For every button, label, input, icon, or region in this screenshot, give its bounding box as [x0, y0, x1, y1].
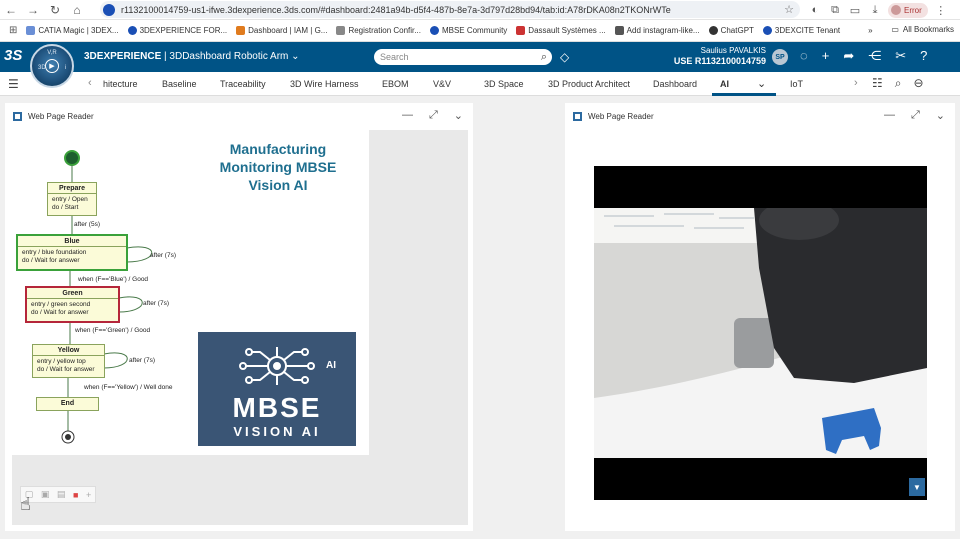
compass-label: V,R — [47, 50, 57, 56]
widget-icon — [573, 111, 582, 121]
state-name: Green — [27, 288, 118, 299]
camera-scene-drawing — [594, 208, 927, 458]
state-name: Blue — [18, 236, 126, 247]
mbse-vision-ai-logo: AI MBSE VISION AI — [198, 332, 356, 446]
camera-image — [594, 208, 927, 458]
transition-label: when (F=='Blue') / Good — [78, 276, 149, 283]
transition-label: after (7s) — [143, 300, 170, 307]
state-line: do / Wait for answer — [22, 257, 80, 264]
add-icon[interactable]: + — [86, 490, 91, 500]
state-prepare: Prepare entry / Open do / Start — [47, 182, 97, 216]
state-green: Green entry / green second do / Wait for … — [25, 286, 120, 323]
transition-label: when (F=='Green') / Good — [75, 327, 151, 334]
comment-icon[interactable]: ▤ — [57, 489, 66, 500]
state-name: Yellow — [33, 345, 104, 356]
self-loop-arrow — [126, 246, 153, 263]
logo-ai-mark: AI — [326, 360, 336, 371]
state-name: Prepare — [48, 183, 96, 194]
self-loop-arrow — [118, 296, 143, 313]
final-node-inner — [65, 434, 71, 440]
image-icon[interactable]: ■ — [73, 490, 78, 500]
state-name: End — [60, 400, 75, 407]
compass-3d-mark: 3D — [38, 65, 46, 71]
state-line: do / Wait for answer — [31, 309, 89, 316]
transition-label: after (5s) — [74, 221, 101, 228]
dropdown-toggle-button[interactable]: ▼ — [909, 478, 925, 496]
state-line: entry / green second — [31, 301, 91, 308]
state-end: End — [36, 397, 99, 411]
transition-label: when (F=='Yellow') / Well done — [84, 384, 173, 391]
state-line: do / Wait for answer — [37, 366, 95, 373]
chair — [734, 318, 774, 368]
state-line: do / Start — [52, 204, 79, 211]
state-line: entry / yellow top — [37, 358, 86, 365]
state-yellow: Yellow entry / yellow top do / Wait for a… — [32, 344, 105, 378]
copy-icon[interactable]: ▣ — [41, 489, 50, 500]
circuit-brain-icon — [239, 347, 315, 385]
page-toolbar: ▢ ▣ ▤ ■ + — [20, 486, 96, 503]
play-icon: ▶ — [45, 59, 59, 73]
transition-label: after (7s) — [129, 357, 156, 364]
state-blue: Blue entry / blue foundation do / Wait fo… — [16, 234, 128, 271]
widget-header: Web Page Reader — ⤢ ⌄ — [565, 103, 955, 129]
logo-mbse-text: MBSE — [232, 392, 322, 423]
state-line: entry / blue foundation — [22, 249, 87, 256]
minimize-icon[interactable]: — — [884, 109, 895, 122]
compass-button[interactable]: V,R ▶ 3D i — [30, 44, 74, 88]
maximize-icon[interactable]: ⤢ — [911, 109, 920, 122]
compass-i-mark: i — [64, 65, 66, 71]
transition-label: after (7s) — [150, 252, 177, 259]
initial-node — [64, 150, 80, 166]
logo-vision-ai-text: VISION AI — [233, 424, 321, 439]
widget-title: Web Page Reader — [588, 111, 654, 121]
hand-cursor-icon: ☝ — [20, 494, 31, 514]
diagram-title: Manufacturing Monitoring MBSE Vision AI — [219, 141, 337, 193]
state-line: entry / Open — [52, 196, 88, 203]
chevron-down-icon[interactable]: ⌄ — [936, 109, 945, 122]
self-loop-arrow — [103, 352, 128, 369]
widget-tools: — ⤢ ⌄ — [884, 109, 945, 122]
